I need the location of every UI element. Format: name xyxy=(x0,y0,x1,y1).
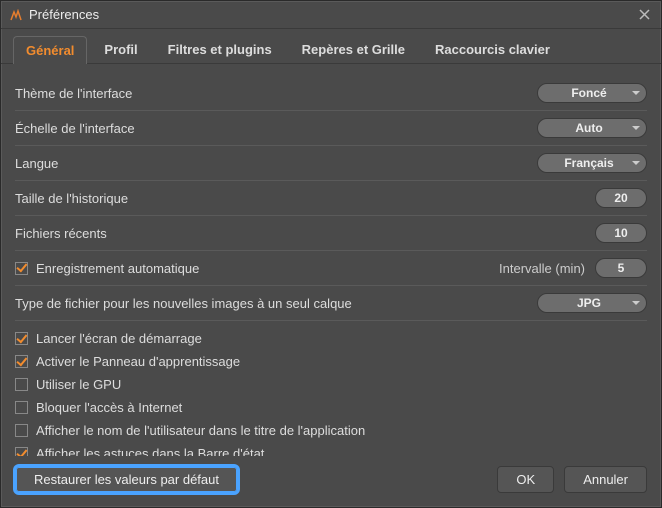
chevron-down-icon xyxy=(632,161,640,165)
recent-value: 10 xyxy=(614,226,627,240)
app-logo-icon xyxy=(9,8,23,22)
autosave-interval-label: Intervalle (min) xyxy=(499,261,585,276)
option-tips-statusbar[interactable]: Afficher les astuces dans la Barre d'éta… xyxy=(15,442,647,456)
preferences-window: Préférences Général Profil Filtres et pl… xyxy=(0,0,662,508)
option-tips-statusbar-checkbox[interactable] xyxy=(15,447,28,456)
option-gpu-checkbox[interactable] xyxy=(15,378,28,391)
history-value: 20 xyxy=(614,191,627,205)
close-icon[interactable] xyxy=(635,6,653,24)
dialog-footer: Restaurer les valeurs par défaut OK Annu… xyxy=(1,456,661,507)
option-splash-label: Lancer l'écran de démarrage xyxy=(36,331,202,346)
history-field[interactable]: 20 xyxy=(595,188,647,208)
tab-general[interactable]: Général xyxy=(13,36,87,64)
option-block-internet-checkbox[interactable] xyxy=(15,401,28,414)
row-autosave: Enregistrement automatique Intervalle (m… xyxy=(15,251,647,286)
ok-button[interactable]: OK xyxy=(497,466,554,493)
cancel-button[interactable]: Annuler xyxy=(564,466,647,493)
chevron-down-icon xyxy=(632,91,640,95)
option-splash[interactable]: Lancer l'écran de démarrage xyxy=(15,327,647,350)
filetype-dropdown[interactable]: JPG xyxy=(537,293,647,313)
autosave-interval-field[interactable]: 5 xyxy=(595,258,647,278)
row-theme: Thème de l'interface Foncé xyxy=(15,76,647,111)
scale-dropdown[interactable]: Auto xyxy=(537,118,647,138)
tab-shortcuts[interactable]: Raccourcis clavier xyxy=(422,35,563,63)
theme-dropdown[interactable]: Foncé xyxy=(537,83,647,103)
theme-label: Thème de l'interface xyxy=(15,86,537,101)
scale-value: Auto xyxy=(575,121,602,135)
tabs-bar: Général Profil Filtres et plugins Repère… xyxy=(1,29,661,64)
option-gpu-label: Utiliser le GPU xyxy=(36,377,121,392)
tab-guides-grid[interactable]: Repères et Grille xyxy=(289,35,418,63)
autosave-checkbox[interactable] xyxy=(15,262,28,275)
row-language: Langue Français xyxy=(15,146,647,181)
option-block-internet-label: Bloquer l'accès à Internet xyxy=(36,400,182,415)
recent-label: Fichiers récents xyxy=(15,226,595,241)
option-username-title-checkbox[interactable] xyxy=(15,424,28,437)
language-dropdown[interactable]: Français xyxy=(537,153,647,173)
row-scale: Échelle de l'interface Auto xyxy=(15,111,647,146)
option-username-title[interactable]: Afficher le nom de l'utilisateur dans le… xyxy=(15,419,647,442)
chevron-down-icon xyxy=(632,126,640,130)
option-learning-panel[interactable]: Activer le Panneau d'apprentissage xyxy=(15,350,647,373)
row-recent: Fichiers récents 10 xyxy=(15,216,647,251)
option-gpu[interactable]: Utiliser le GPU xyxy=(15,373,647,396)
filetype-value: JPG xyxy=(577,296,601,310)
row-history: Taille de l'historique 20 xyxy=(15,181,647,216)
autosave-interval-value: 5 xyxy=(618,261,625,275)
filetype-label: Type de fichier pour les nouvelles image… xyxy=(15,296,537,311)
language-value: Français xyxy=(564,156,613,170)
option-learning-panel-label: Activer le Panneau d'apprentissage xyxy=(36,354,240,369)
option-splash-checkbox[interactable] xyxy=(15,332,28,345)
option-learning-panel-checkbox[interactable] xyxy=(15,355,28,368)
tab-content-general: Thème de l'interface Foncé Échelle de l'… xyxy=(1,64,661,456)
restore-defaults-button[interactable]: Restaurer les valeurs par défaut xyxy=(15,466,238,493)
option-tips-statusbar-label: Afficher les astuces dans la Barre d'éta… xyxy=(36,446,264,456)
option-username-title-label: Afficher le nom de l'utilisateur dans le… xyxy=(36,423,365,438)
tab-profile[interactable]: Profil xyxy=(91,35,150,63)
history-label: Taille de l'historique xyxy=(15,191,595,206)
chevron-down-icon xyxy=(632,301,640,305)
window-title: Préférences xyxy=(29,7,635,22)
row-filetype: Type de fichier pour les nouvelles image… xyxy=(15,286,647,321)
tab-filters-plugins[interactable]: Filtres et plugins xyxy=(155,35,285,63)
theme-value: Foncé xyxy=(571,86,606,100)
scale-label: Échelle de l'interface xyxy=(15,121,537,136)
option-block-internet[interactable]: Bloquer l'accès à Internet xyxy=(15,396,647,419)
recent-field[interactable]: 10 xyxy=(595,223,647,243)
language-label: Langue xyxy=(15,156,537,171)
autosave-label: Enregistrement automatique xyxy=(36,261,499,276)
titlebar: Préférences xyxy=(1,1,661,29)
